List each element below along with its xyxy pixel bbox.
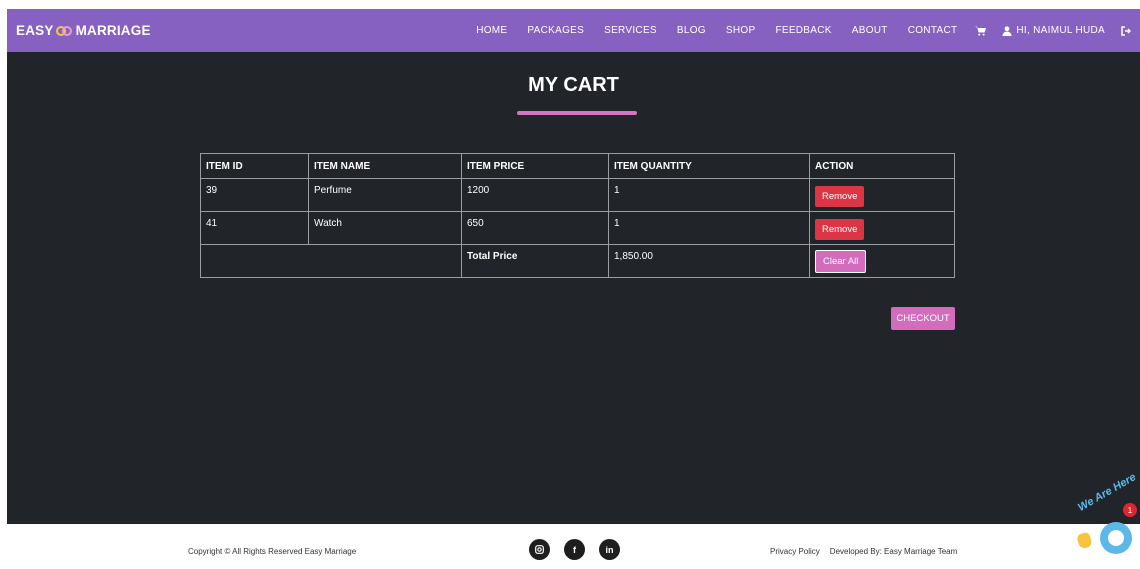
header-action: ACTION (809, 153, 955, 179)
footer-links: Privacy Policy Developed By: Easy Marria… (770, 524, 967, 569)
social-links: f in (529, 539, 634, 560)
chat-bubble-inner (1108, 530, 1124, 546)
cell-item-name: Watch (308, 211, 462, 245)
cart-table: ITEM ID ITEM NAME ITEM PRICE ITEM QUANTI… (200, 153, 955, 278)
brand-logo[interactable]: EASY MARRIAGE (16, 9, 151, 52)
table-row: 39 Perfume 1200 1 Remove (200, 178, 955, 212)
header-item-quantity: ITEM QUANTITY (608, 153, 810, 179)
rings-icon (55, 24, 75, 38)
facebook-icon[interactable]: f (564, 539, 585, 560)
brand-text-marriage: MARRIAGE (75, 23, 151, 38)
cell-item-id: 41 (200, 211, 309, 245)
table-header-row: ITEM ID ITEM NAME ITEM PRICE ITEM QUANTI… (200, 153, 955, 179)
nav-blog[interactable]: BLOG (677, 25, 706, 36)
cell-item-price: 1200 (461, 178, 609, 212)
page-title: MY CART (528, 74, 619, 96)
nav-about[interactable]: ABOUT (852, 25, 888, 36)
user-menu[interactable]: HI, NAIMUL HUDA (1002, 25, 1105, 36)
user-icon (1002, 25, 1012, 36)
cell-action: Clear All (809, 244, 955, 278)
header-item-id: ITEM ID (200, 153, 309, 179)
page: EASY MARRIAGE HOME PACKAGES SERVICES BLO… (0, 0, 1140, 569)
cell-item-name: Perfume (308, 178, 462, 212)
remove-button[interactable]: Remove (815, 186, 865, 207)
privacy-policy-link[interactable]: Privacy Policy (770, 547, 820, 556)
total-price-value: 1,850.00 (608, 244, 810, 278)
linkedin-icon[interactable]: in (599, 539, 620, 560)
nav-menu: HOME PACKAGES SERVICES BLOG SHOP FEEDBAC… (476, 9, 1140, 52)
chat-widget[interactable]: We Are Here 1 (1074, 471, 1140, 569)
header-item-name: ITEM NAME (308, 153, 462, 179)
sign-out-icon[interactable] (1121, 25, 1131, 36)
nav-home[interactable]: HOME (476, 25, 507, 36)
nav-shop[interactable]: SHOP (726, 25, 756, 36)
nav-packages[interactable]: PACKAGES (527, 25, 584, 36)
footer: Copyright © All Rights Reserved Easy Mar… (0, 524, 1140, 569)
clear-all-button[interactable]: Clear All (815, 250, 867, 273)
nav-feedback[interactable]: FEEDBACK (775, 25, 831, 36)
developed-by-text: Developed By: Easy Marriage Team (829, 546, 958, 556)
cell-item-price: 650 (461, 211, 609, 245)
table-row: 41 Watch 650 1 Remove (200, 211, 955, 245)
main-content: MY CART ITEM ID ITEM NAME ITEM PRICE ITE… (7, 52, 1140, 524)
empty-cell (200, 244, 462, 278)
nav-services[interactable]: SERVICES (604, 25, 657, 36)
cell-action: Remove (809, 178, 955, 212)
cell-item-quantity: 1 (608, 178, 810, 212)
instagram-icon[interactable] (529, 539, 550, 560)
total-row: Total Price 1,850.00 Clear All (200, 244, 955, 278)
cell-action: Remove (809, 211, 955, 245)
cell-item-id: 39 (200, 178, 309, 212)
header-item-price: ITEM PRICE (461, 153, 609, 179)
wave-hand-icon (1076, 531, 1093, 550)
total-price-label: Total Price (461, 244, 609, 278)
remove-button[interactable]: Remove (815, 219, 865, 240)
cell-item-quantity: 1 (608, 211, 810, 245)
title-underline (517, 111, 637, 115)
user-label: HI, NAIMUL HUDA (1016, 25, 1105, 36)
cart-icon[interactable] (975, 26, 987, 36)
nav-contact[interactable]: CONTACT (908, 25, 958, 36)
navbar: EASY MARRIAGE HOME PACKAGES SERVICES BLO… (7, 9, 1140, 52)
brand-text-easy: EASY (16, 23, 54, 38)
copyright-text: Copyright © All Rights Reserved Easy Mar… (188, 546, 357, 556)
checkout-button[interactable]: CHECKOUT (891, 307, 955, 330)
notification-badge: 1 (1123, 503, 1137, 517)
